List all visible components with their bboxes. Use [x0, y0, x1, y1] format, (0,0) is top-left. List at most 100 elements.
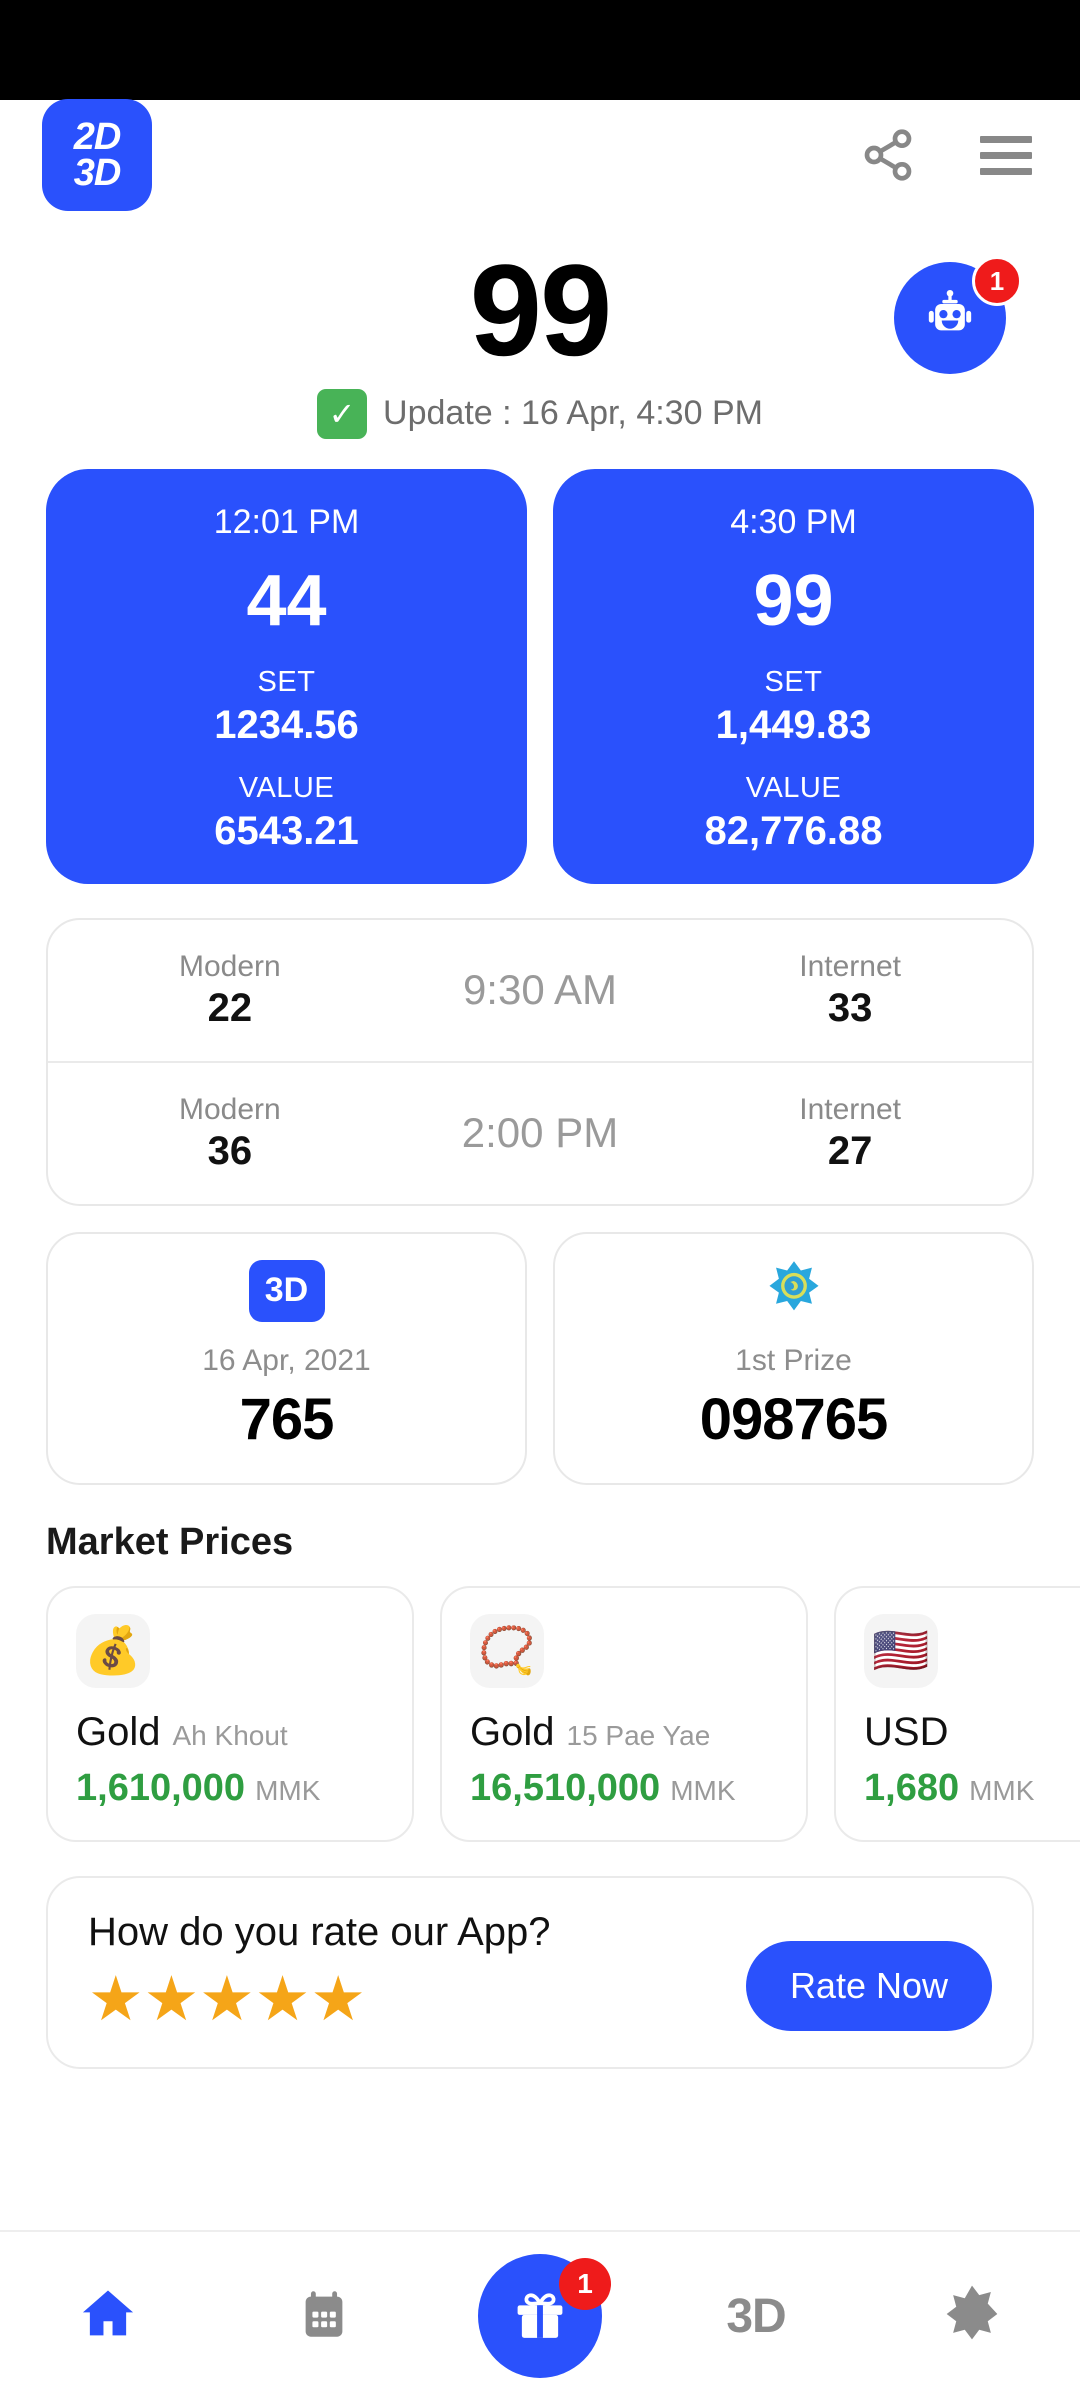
prize-label: 1st Prize	[735, 1343, 852, 1377]
nav-home[interactable]	[33, 2282, 183, 2351]
market-subname: Ah Khout	[172, 1719, 288, 1751]
gift-badge: 1	[559, 2258, 611, 2310]
value-label: VALUE	[238, 771, 335, 804]
market-price: 1,680	[864, 1766, 960, 1809]
internet-label: Internet	[799, 1092, 901, 1126]
set-value: 1,449.83	[715, 702, 872, 747]
market-price: 16,510,000	[470, 1766, 661, 1809]
table-row[interactable]: Modern 22 9:30 AM Internet 33	[48, 920, 1032, 1061]
value-label: VALUE	[745, 771, 842, 804]
update-text: Update : 16 Apr, 4:30 PM	[383, 394, 763, 433]
chatbot-button[interactable]: 1	[894, 256, 1022, 380]
nav-lottery[interactable]	[897, 2283, 1047, 2350]
status-bar	[0, 0, 1080, 100]
rate-left: How do you rate our App? ★★★★★	[88, 1910, 551, 2031]
rate-question: How do you rate our App?	[88, 1909, 551, 1954]
row-time-text: 2:00 PM	[461, 1109, 619, 1157]
hero-section: 99 ✓ Update : 16 Apr, 4:30 PM 1	[0, 210, 1080, 439]
modern-value: 36	[207, 1128, 253, 1173]
logo-line-top: 2D	[73, 115, 122, 158]
market-unit: MMK	[670, 1774, 736, 1806]
app-screen: 2D 3D 99 ✓ Update : 16 Apr, 4:30 PM 1 12…	[0, 0, 1080, 2400]
market-price: 1,610,000	[76, 1766, 246, 1809]
rate-app-card: How do you rate our App? ★★★★★ Rate Now	[46, 1875, 1034, 2069]
threed-number: 765	[239, 1386, 335, 1452]
result-time: 4:30 PM	[730, 502, 857, 541]
share-icon[interactable]	[860, 127, 916, 183]
3d-icon: 3D	[726, 2289, 786, 2343]
prize-number: 098765	[699, 1386, 889, 1452]
market-price-row: 16,510,000 MMK	[470, 1767, 778, 1810]
nav-gift[interactable]: 1	[465, 2254, 615, 2378]
logo-line-bottom: 3D	[73, 152, 122, 194]
modern-label: Modern	[178, 949, 281, 983]
3d-tag-icon: 3D	[248, 1259, 325, 1322]
internet-value: 33	[827, 985, 873, 1030]
market-prices-title: Market Prices	[46, 1520, 294, 1563]
market-unit: MMK	[969, 1774, 1035, 1806]
check-icon: ✓	[317, 388, 368, 439]
market-unit: MMK	[255, 1774, 321, 1806]
update-status: ✓ Update : 16 Apr, 4:30 PM	[0, 388, 1080, 439]
set-value: 1234.56	[214, 702, 359, 747]
lottery-emblem-icon	[758, 1260, 830, 1322]
star-rating[interactable]: ★★★★★	[88, 1968, 551, 2031]
threed-result-card[interactable]: 3D 16 Apr, 2021 765	[46, 1231, 527, 1485]
first-prize-card[interactable]: 1st Prize 098765	[553, 1231, 1034, 1485]
bottom-navigation: 1 3D	[0, 2230, 1080, 2400]
set-label: SET	[764, 665, 823, 698]
value-value: 82,776.88	[704, 808, 883, 853]
internet-value: 27	[827, 1128, 873, 1173]
app-bar: 2D 3D	[0, 99, 1080, 211]
gold-necklace-icon: 📿	[470, 1613, 544, 1688]
value-value: 6543.21	[214, 808, 359, 853]
row-time-text: 9:30 AM	[462, 966, 618, 1014]
chatbot-badge: 1	[972, 256, 1022, 306]
modern-cell: Modern 36	[92, 1093, 368, 1174]
market-item-name: USD	[864, 1710, 1080, 1755]
market-card[interactable]: 📿 Gold 15 Pae Yae 16,510,000 MMK	[440, 1585, 808, 1842]
set-label: SET	[257, 665, 316, 698]
gold-bars-icon: 💰	[76, 1613, 150, 1688]
nav-calendar[interactable]	[249, 2285, 399, 2348]
market-name: Gold	[76, 1709, 161, 1754]
market-prices-strip[interactable]: 💰 Gold Ah Khout 1,610,000 MMK 📿 Gold 15 …	[0, 1564, 1080, 1842]
modern-cell: Modern 22	[92, 950, 368, 1031]
market-card[interactable]: 🇺🇸 USD 1,680 MMK	[834, 1585, 1080, 1842]
internet-cell: Internet 33	[712, 950, 988, 1031]
result-time: 12:01 PM	[213, 502, 360, 541]
result-number: 99	[753, 560, 834, 641]
result-card-1201[interactable]: 12:01 PM 44 SET 1234.56 VALUE 6543.21	[46, 468, 527, 884]
nav-3d[interactable]: 3D	[681, 2289, 831, 2344]
home-icon	[76, 2282, 140, 2351]
app-logo[interactable]: 2D 3D	[42, 99, 152, 211]
hamburger-menu-icon[interactable]	[980, 135, 1032, 175]
table-row[interactable]: Modern 36 2:00 PM Internet 27	[48, 1060, 1032, 1204]
result-card-430[interactable]: 4:30 PM 99 SET 1,449.83 VALUE 82,776.88	[553, 468, 1034, 884]
market-price-row: 1,680 MMK	[864, 1767, 1080, 1810]
modern-value: 22	[207, 985, 253, 1030]
market-item-name: Gold Ah Khout	[76, 1710, 384, 1755]
market-name: USD	[864, 1709, 949, 1754]
rate-now-button[interactable]: Rate Now	[745, 1940, 992, 2031]
internet-label: Internet	[799, 949, 901, 983]
internet-cell: Internet 27	[712, 1093, 988, 1174]
row-time: 9:30 AM	[368, 966, 713, 1014]
row-time: 2:00 PM	[368, 1109, 713, 1157]
market-item-name: Gold 15 Pae Yae	[470, 1710, 778, 1755]
threed-date: 16 Apr, 2021	[202, 1343, 371, 1377]
market-card[interactable]: 💰 Gold Ah Khout 1,610,000 MMK	[46, 1585, 414, 1842]
lottery-star-icon	[941, 2283, 1003, 2350]
result-number: 44	[246, 560, 327, 641]
result-cards-row: 12:01 PM 44 SET 1234.56 VALUE 6543.21 4:…	[0, 439, 1080, 884]
usa-flag-icon: 🇺🇸	[864, 1613, 938, 1688]
calendar-icon	[295, 2285, 353, 2348]
modern-label: Modern	[178, 1092, 281, 1126]
app-bar-actions	[860, 127, 1032, 183]
threed-prize-row: 3D 16 Apr, 2021 765 1st Prize 098765	[0, 1206, 1080, 1485]
modern-internet-panel: Modern 22 9:30 AM Internet 33 Modern 36 …	[46, 917, 1034, 1206]
market-subname: 15 Pae Yae	[566, 1719, 711, 1751]
market-name: Gold	[470, 1709, 555, 1754]
market-price-row: 1,610,000 MMK	[76, 1767, 384, 1810]
